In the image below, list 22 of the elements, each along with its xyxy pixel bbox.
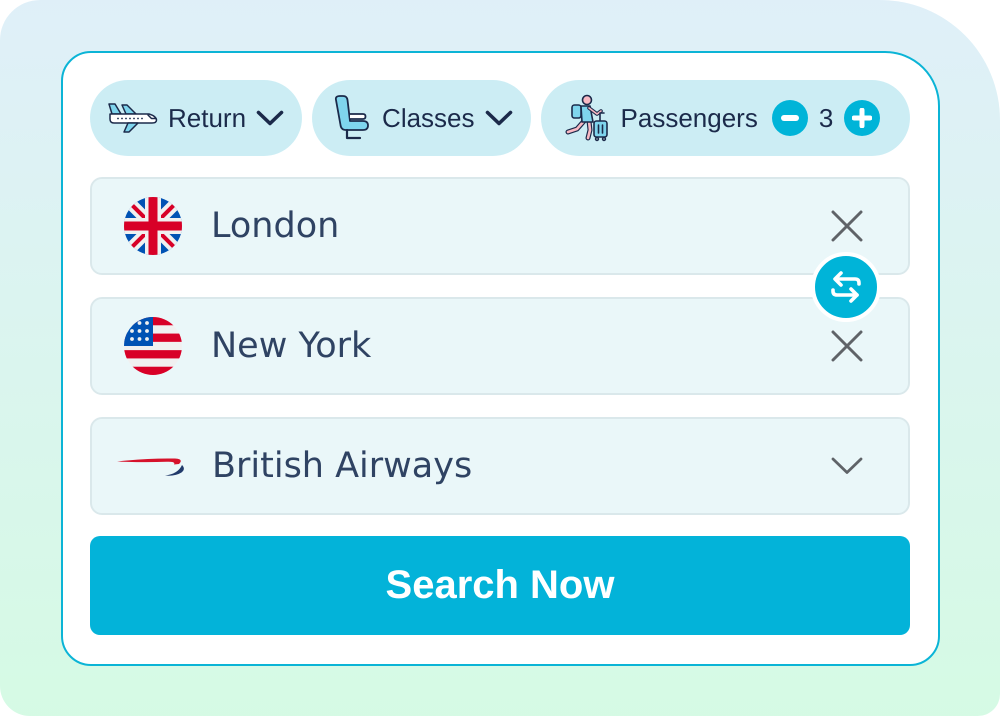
origin-field[interactable]: London [90,177,910,275]
plus-icon [852,108,872,128]
airline-select[interactable]: British Airways [90,417,910,515]
trip-type-dropdown[interactable]: Return [90,80,302,156]
city-text: London [211,206,340,246]
minus-icon [780,115,799,121]
chevron-down-icon [484,110,513,126]
destination-field[interactable]: New York [90,297,910,395]
swap-arrows-icon [828,270,864,304]
traveler-with-suitcase-icon [562,94,609,142]
chevron-down-icon [256,110,284,126]
city-text: New York [211,326,372,366]
decrease-button[interactable] [772,100,808,136]
close-icon[interactable] [831,330,863,362]
passengers-label: Passengers [620,102,758,134]
airplane-icon [108,101,158,135]
increase-button[interactable] [844,100,880,136]
close-icon[interactable] [831,210,863,242]
airline-text: British Airways [212,446,474,486]
chevron-down-icon [831,457,863,475]
passenger-count: 3 [818,102,834,134]
cabin-class-dropdown[interactable]: Classes [312,80,531,156]
